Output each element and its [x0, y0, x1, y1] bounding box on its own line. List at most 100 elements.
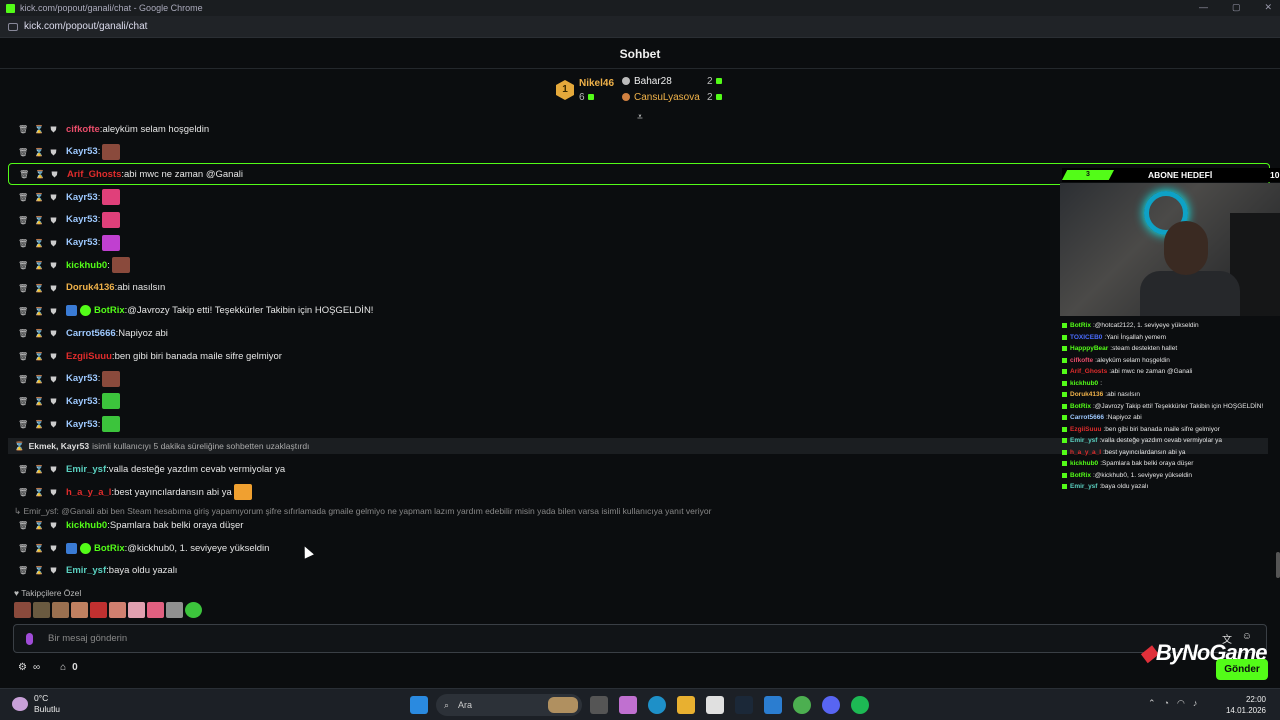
emote-10[interactable]: [185, 602, 202, 618]
chat-message[interactable]: 🗑 ⌛ ⛊ Kayr53:: [0, 141, 1060, 163]
emote-image[interactable]: [102, 143, 121, 160]
reply-context[interactable]: ↳ Emir_ysf: @Ganali abi ben Steam hesabı…: [14, 506, 711, 517]
chevron-up-icon[interactable]: ⌃: [1148, 698, 1156, 709]
emote-3[interactable]: [52, 602, 69, 618]
ban-icon[interactable]: ⛊: [50, 488, 57, 497]
chat-username[interactable]: h_a_y_a_l: [66, 487, 111, 498]
emote-1[interactable]: [14, 602, 31, 618]
timeout-icon[interactable]: ⌛: [34, 521, 44, 530]
ban-icon[interactable]: ⛊: [50, 566, 57, 575]
chat-username[interactable]: cifkofte: [66, 124, 100, 135]
chat-message[interactable]: 🗑 ⌛ ⛊ Kayr53:: [0, 368, 1060, 390]
chat-username[interactable]: Kayr53: [66, 237, 98, 248]
scrollbar-thumb[interactable]: [1276, 552, 1280, 578]
delete-icon[interactable]: 🗑: [18, 216, 28, 225]
timeout-icon[interactable]: ⌛: [34, 261, 44, 270]
delete-icon[interactable]: 🗑: [18, 261, 28, 270]
emote-4[interactable]: [71, 602, 88, 618]
chat-username[interactable]: EzgiiSuuu: [66, 351, 112, 362]
emote-8[interactable]: [147, 602, 164, 618]
message-input[interactable]: Bir mesaj gönderin 文 ☺: [13, 624, 1267, 653]
delete-icon[interactable]: 🗑: [18, 397, 28, 406]
url-text[interactable]: kick.com/popout/ganali/chat: [24, 21, 147, 32]
weather-widget[interactable]: 0°C Bulutlu: [12, 693, 60, 715]
ban-icon[interactable]: ⛊: [50, 375, 57, 384]
ban-icon[interactable]: ⛊: [50, 521, 57, 530]
delete-icon[interactable]: 🗑: [18, 544, 28, 553]
leader-2-name[interactable]: Bahar28: [622, 76, 672, 87]
ban-icon[interactable]: ⛊: [50, 216, 57, 225]
emote-9[interactable]: [166, 602, 183, 618]
chat-message[interactable]: 🗑 ⌛ ⛊ Carrot5666: Napiyoz abi: [0, 322, 1060, 344]
emote-image[interactable]: [102, 211, 121, 228]
chat-username[interactable]: Kayr53: [66, 373, 98, 384]
emote-image[interactable]: [102, 416, 121, 433]
chat-username[interactable]: Emir_ysf: [66, 464, 106, 475]
delete-icon[interactable]: 🗑: [18, 329, 28, 338]
store-app-icon[interactable]: [706, 696, 724, 714]
chat-username[interactable]: Emir_ysf: [66, 565, 106, 576]
timeout-icon[interactable]: ⌛: [34, 284, 44, 293]
minimize-button[interactable]: —: [1199, 2, 1208, 13]
chat-message[interactable]: 🗑 ⌛ ⛊ EzgiiSuuu: ben gibi biri banada maile…: [0, 345, 1060, 367]
chat-username[interactable]: Kayr53: [66, 214, 98, 225]
chat-username[interactable]: Kayr53: [66, 396, 98, 407]
emote-image[interactable]: [111, 257, 130, 274]
ban-icon[interactable]: ⛊: [50, 465, 57, 474]
delete-icon[interactable]: 🗑: [18, 566, 28, 575]
emote-7[interactable]: [128, 602, 145, 618]
start-icon[interactable]: [410, 696, 428, 714]
leader-1-name[interactable]: Nikel46: [579, 78, 614, 89]
settings-icon[interactable]: ⚙: [18, 662, 27, 673]
timeout-icon[interactable]: ⌛: [34, 216, 44, 225]
ban-icon[interactable]: ⛊: [50, 284, 57, 293]
timeout-icon[interactable]: ⌛: [35, 170, 45, 179]
chat-message[interactable]: 🗑 ⌛ ⛊ Emir_ysf: baya oldu yazalı: [0, 559, 1060, 581]
emote-image[interactable]: [233, 484, 252, 500]
steam-icon[interactable]: [735, 696, 753, 714]
delete-icon[interactable]: 🗑: [18, 125, 28, 134]
emote-image[interactable]: [102, 370, 121, 387]
chat-username[interactable]: kickhub0: [66, 520, 107, 531]
chat-message[interactable]: 🗑 ⌛ ⛊ Emir_ysf: valla desteğe yazdım cevab …: [0, 458, 1060, 480]
timeout-icon[interactable]: ⌛: [34, 566, 44, 575]
spotify-icon[interactable]: [851, 696, 869, 714]
ban-icon[interactable]: ⛊: [51, 170, 58, 179]
delete-icon[interactable]: 🗑: [18, 352, 28, 361]
delete-icon[interactable]: 🗑: [18, 307, 28, 316]
timeout-icon[interactable]: ⌛: [34, 193, 44, 202]
leader-3-name[interactable]: CansuLyasova: [622, 92, 700, 103]
site-info-icon[interactable]: [8, 22, 18, 31]
volume-icon[interactable]: ♪: [1193, 698, 1198, 709]
chat-username[interactable]: Carrot5666: [66, 328, 116, 339]
timeout-icon[interactable]: ⌛: [34, 544, 44, 553]
emote-2[interactable]: [33, 602, 50, 618]
chat-message[interactable]: 🗑 ⌛ ⛊ BotRix: @Javrozy Takip etti! Teşekkür…: [0, 300, 1060, 322]
timeout-icon[interactable]: ⌛: [34, 352, 44, 361]
ban-icon[interactable]: ⛊: [50, 352, 57, 361]
chat-message[interactable]: 🗑 ⌛ ⛊ Doruk4136: abi nasılsın: [0, 277, 1060, 299]
timeout-icon[interactable]: ⌛: [34, 125, 44, 134]
discord-icon[interactable]: [822, 696, 840, 714]
chat-username[interactable]: Arif_Ghosts: [67, 169, 121, 180]
ban-icon[interactable]: ⛊: [50, 420, 57, 429]
wifi-icon[interactable]: ◠: [1177, 698, 1185, 709]
ban-icon[interactable]: ⛊: [50, 193, 57, 202]
chat-username[interactable]: Kayr53: [66, 146, 98, 157]
ban-icon[interactable]: ⛊: [50, 239, 57, 248]
emote-5[interactable]: [90, 602, 107, 618]
ban-icon[interactable]: ⛊: [50, 125, 57, 134]
delete-icon[interactable]: 🗑: [18, 420, 28, 429]
chat-message[interactable]: 🗑 ⌛ ⛊ kickhub0: Spamlara bak belki oraya dü…: [0, 514, 1060, 536]
taskbar-search[interactable]: ⌕ Ara: [436, 694, 582, 716]
ban-icon[interactable]: ⛊: [50, 307, 57, 316]
chat-username[interactable]: BotRix: [94, 543, 125, 554]
emote-image[interactable]: [102, 189, 121, 206]
ban-icon[interactable]: ⛊: [50, 148, 57, 157]
ban-icon[interactable]: ⛊: [50, 544, 57, 553]
delete-icon[interactable]: 🗑: [18, 239, 28, 248]
clock[interactable]: 22:00 14.01.2026: [1226, 694, 1266, 716]
timeout-icon[interactable]: ⌛: [34, 420, 44, 429]
chat-username[interactable]: BotRix: [94, 305, 125, 316]
delete-icon[interactable]: 🗑: [18, 488, 28, 497]
